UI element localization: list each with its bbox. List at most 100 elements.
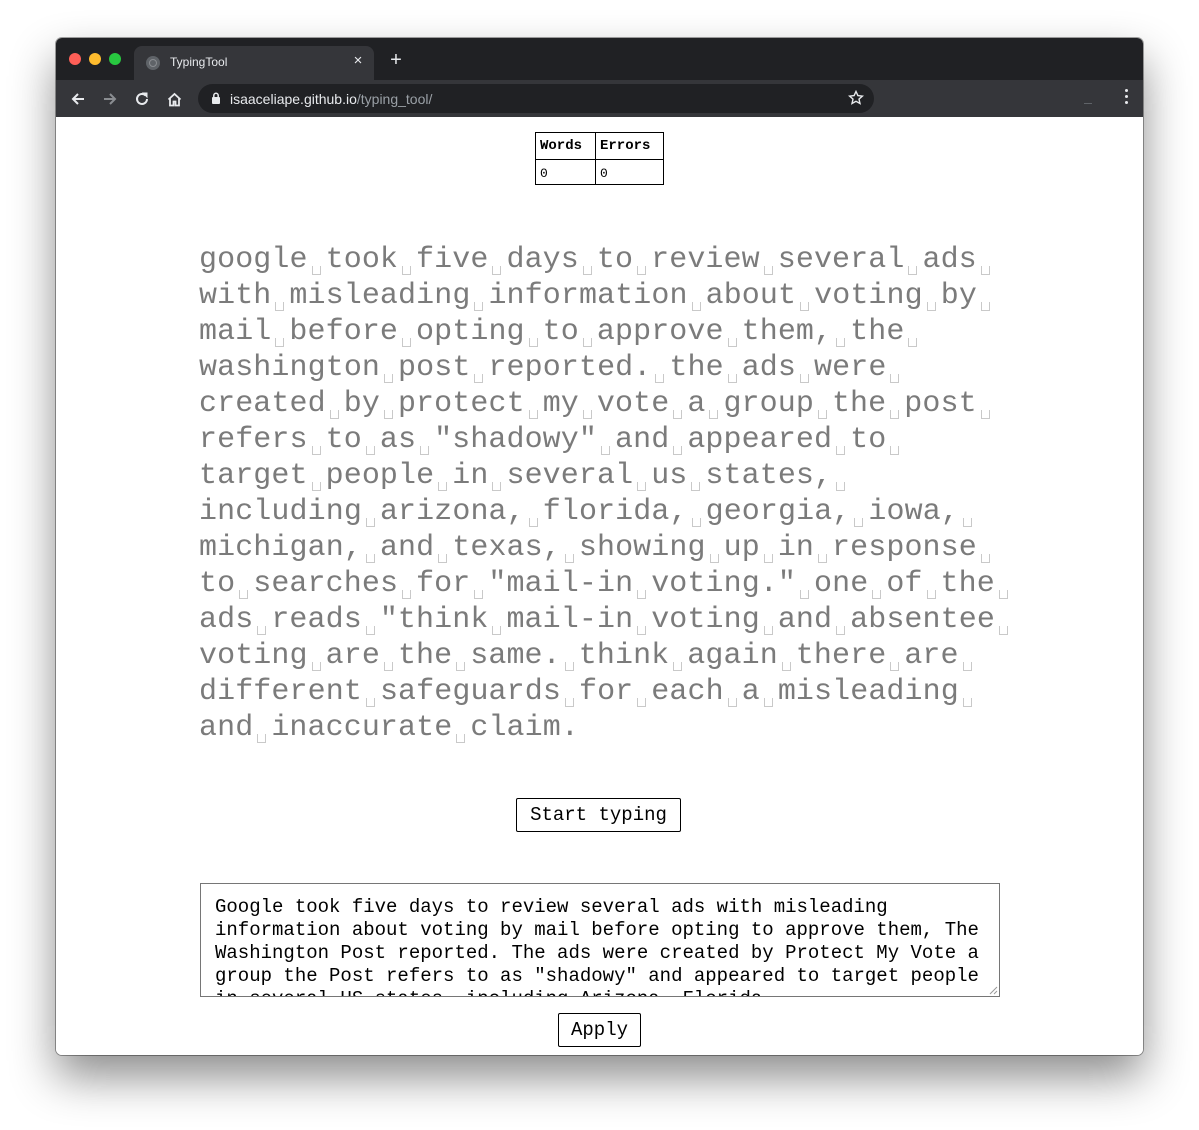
- bookmark-star-icon[interactable]: [848, 90, 864, 106]
- passage-word: states,: [705, 459, 833, 493]
- url-text: isaaceliape.github.io/typing_tool/: [230, 91, 432, 107]
- passage-word: reported.: [488, 351, 652, 385]
- passage-word: days: [506, 243, 579, 277]
- passage-word: to: [542, 315, 579, 349]
- space-marker: [579, 242, 597, 278]
- tab-typingtool[interactable]: TypingTool ×: [134, 46, 374, 80]
- passage-word: group: [723, 387, 814, 421]
- apply-button[interactable]: Apply: [558, 1013, 641, 1047]
- space-marker: [778, 638, 796, 674]
- passage-word: approve: [596, 315, 724, 349]
- passage-word: with: [199, 279, 272, 313]
- passage-word: protect: [397, 387, 525, 421]
- extension-placeholder: [1084, 103, 1092, 104]
- passage-word: ads: [922, 243, 977, 277]
- space-marker: [832, 314, 850, 350]
- passage-word: by: [940, 279, 977, 313]
- space-marker: [561, 674, 579, 710]
- maximize-window-button[interactable]: [109, 53, 121, 65]
- passage-word: for: [578, 675, 634, 709]
- passage-word: the: [850, 315, 905, 349]
- close-tab-icon[interactable]: ×: [350, 53, 366, 69]
- passage-word: the: [831, 387, 887, 421]
- passage-line: washington post reported. the ads were: [199, 350, 1039, 386]
- passage-line: to searches for "mail-in voting." one of the: [199, 566, 1039, 602]
- passage-word: ads: [199, 603, 254, 637]
- space-marker: [923, 278, 941, 314]
- resize-grip-icon[interactable]: [989, 986, 998, 995]
- minimize-window-button[interactable]: [89, 53, 101, 65]
- passage-word: again: [687, 639, 778, 673]
- lock-icon: [212, 92, 220, 104]
- browser-menu-icon[interactable]: [1125, 89, 1129, 107]
- space-marker: [470, 278, 488, 314]
- passage-word: vote: [596, 387, 670, 421]
- space-marker: [904, 314, 922, 350]
- space-marker: [362, 422, 380, 458]
- passage-word: absentee: [850, 603, 995, 637]
- passage-word: arizona,: [379, 495, 525, 529]
- space-marker: [488, 242, 506, 278]
- forward-icon[interactable]: [99, 88, 121, 110]
- passage-word: misleading: [777, 675, 959, 709]
- passage-word: were: [814, 351, 887, 385]
- passage-word: including: [199, 495, 362, 529]
- passage-line: and inaccurate claim.: [199, 710, 1039, 746]
- passage-word: washington: [199, 351, 381, 385]
- address-bar[interactable]: isaaceliape.github.io/typing_tool/: [198, 84, 874, 113]
- space-marker: [995, 566, 1013, 602]
- browser-window: TypingTool × + isaaceliape.github.io/typ…: [56, 38, 1143, 1055]
- space-marker: [669, 638, 687, 674]
- passage-word: and: [379, 531, 435, 565]
- passage-word: to: [850, 423, 887, 457]
- passage-word: people: [325, 459, 435, 493]
- space-marker: [362, 530, 380, 566]
- space-marker: [977, 530, 995, 566]
- passage-word: to: [199, 567, 236, 601]
- space-marker: [669, 386, 687, 422]
- passage-word: a: [741, 675, 760, 709]
- space-marker: [452, 710, 470, 746]
- space-marker: [904, 242, 922, 278]
- space-marker: [814, 530, 832, 566]
- space-marker: [868, 566, 886, 602]
- space-marker: [977, 242, 995, 278]
- words-count: 0: [535, 159, 596, 185]
- passage-word: are: [904, 639, 959, 673]
- space-marker: [832, 458, 850, 494]
- passage-word: think: [578, 639, 670, 673]
- space-marker: [488, 602, 506, 638]
- start-typing-button[interactable]: Start typing: [516, 798, 681, 832]
- home-icon[interactable]: [163, 88, 185, 110]
- passage-word: and: [199, 711, 254, 745]
- passage-word: iowa,: [868, 495, 959, 529]
- new-tab-button[interactable]: +: [386, 50, 406, 70]
- words-header: Words: [535, 132, 596, 160]
- space-marker: [850, 494, 868, 530]
- space-marker: [308, 242, 326, 278]
- passage-word: google: [199, 243, 308, 277]
- passage-word: voting: [199, 639, 308, 673]
- reload-icon[interactable]: [131, 88, 153, 110]
- space-marker: [398, 566, 416, 602]
- passage-word: in: [452, 459, 489, 493]
- passage-line: google took five days to review several ads: [199, 242, 1039, 278]
- errors-header: Errors: [595, 132, 664, 160]
- passage-word: different: [199, 675, 362, 709]
- space-marker: [416, 422, 434, 458]
- space-marker: [688, 278, 706, 314]
- space-marker: [561, 530, 579, 566]
- passage-word: inaccurate: [271, 711, 453, 745]
- close-window-button[interactable]: [69, 53, 81, 65]
- space-marker: [398, 242, 416, 278]
- space-marker: [362, 674, 380, 710]
- tab-title: TypingTool: [170, 55, 228, 69]
- passage-word: several: [506, 459, 634, 493]
- source-text-input[interactable]: Google took five days to review several …: [200, 883, 1000, 997]
- space-marker: [705, 386, 723, 422]
- space-marker: [633, 674, 651, 710]
- space-marker: [724, 314, 742, 350]
- back-icon[interactable]: [67, 88, 89, 110]
- passage-word: the: [397, 639, 453, 673]
- passage-word: about: [705, 279, 797, 313]
